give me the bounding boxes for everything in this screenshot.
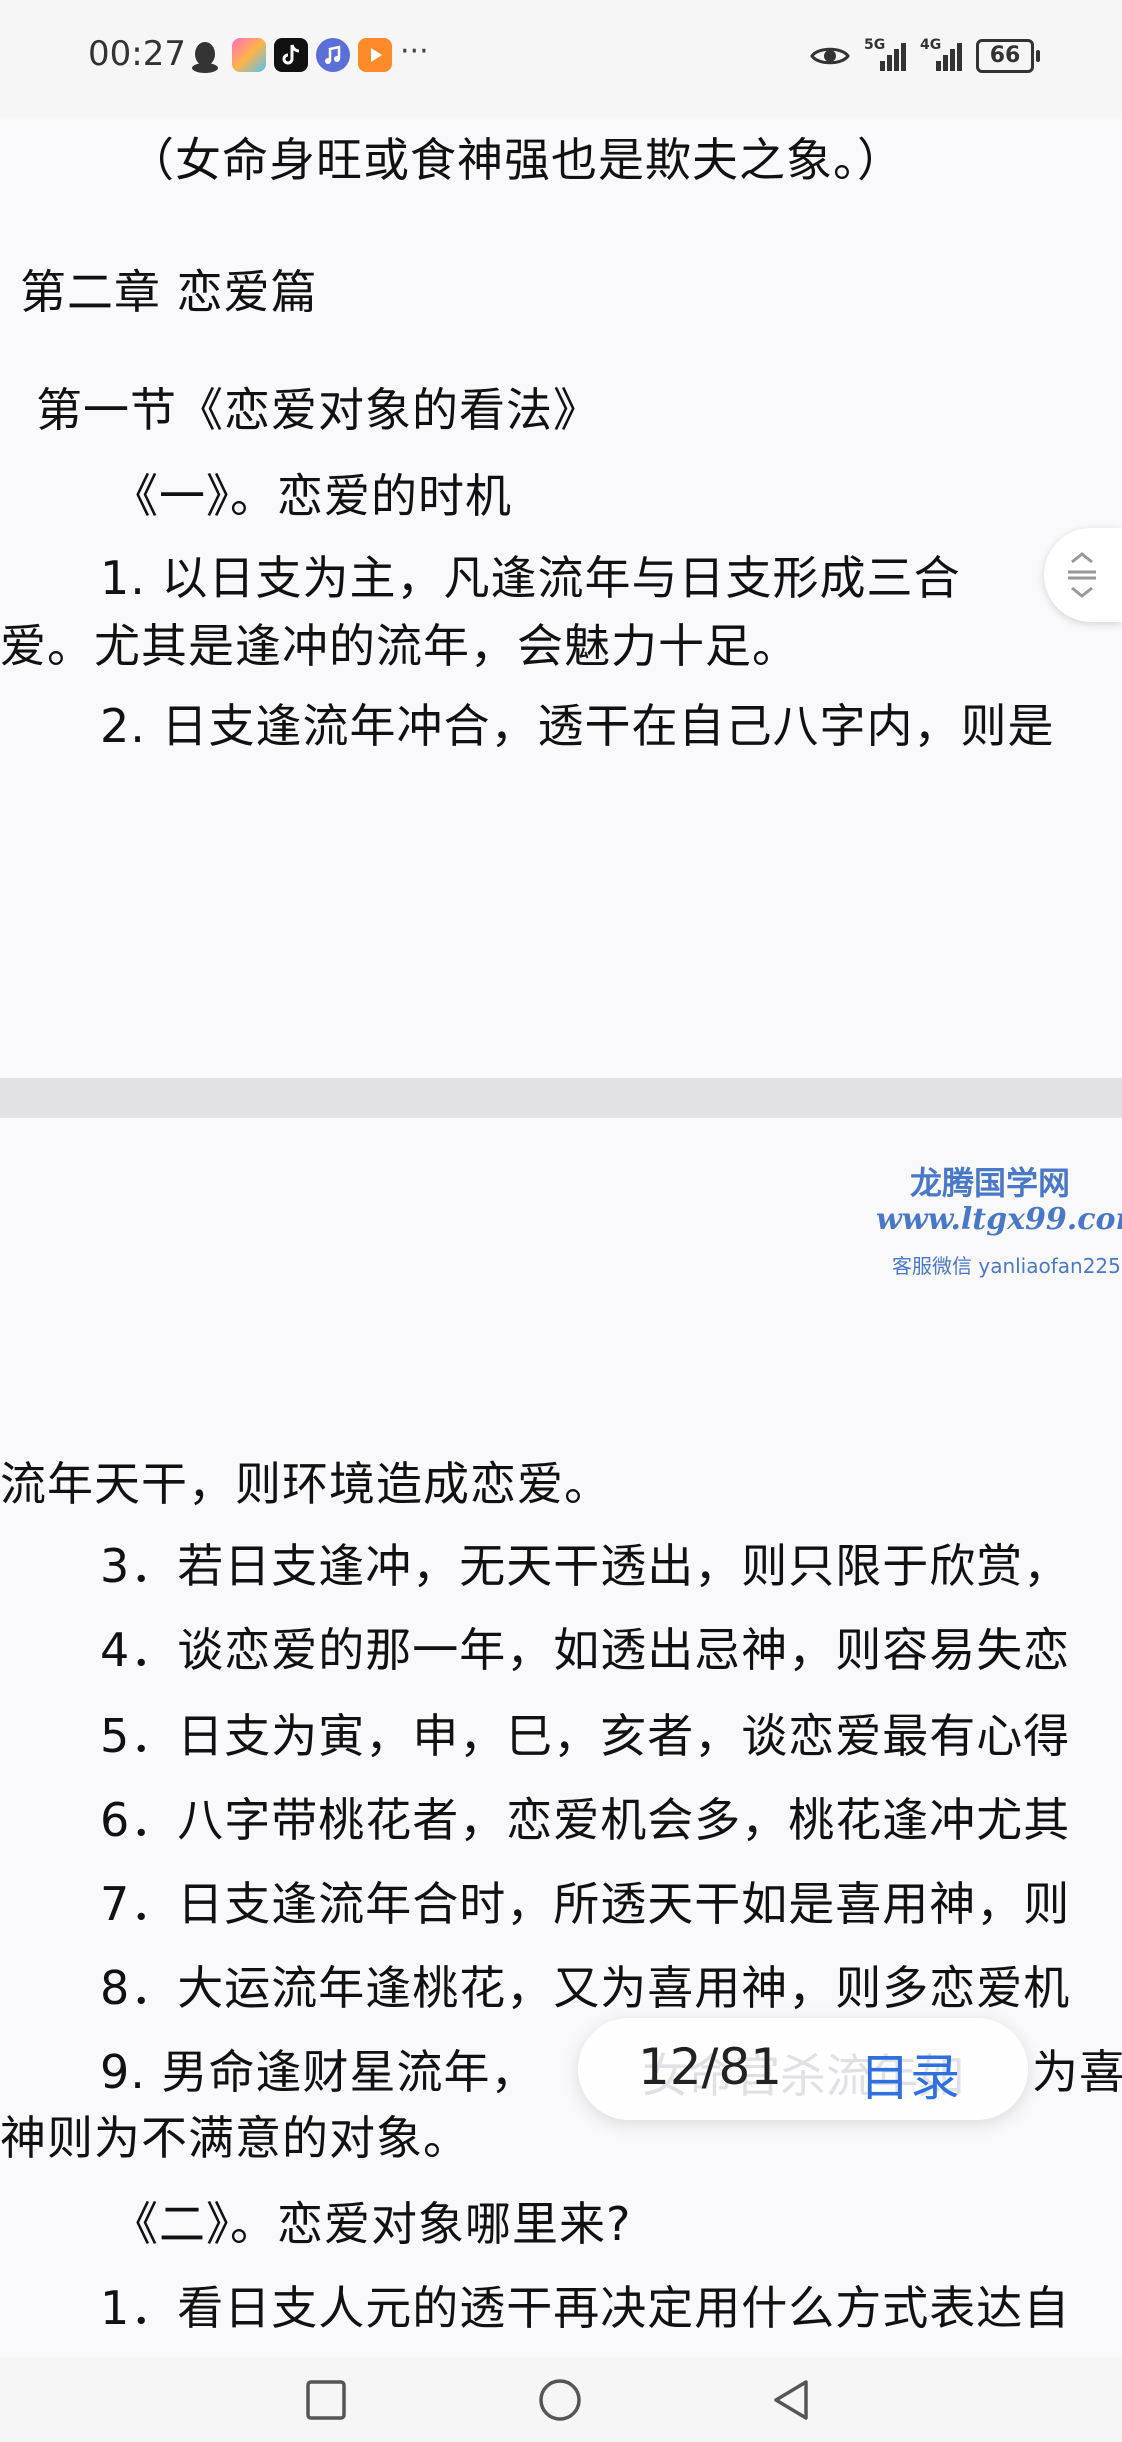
text-line: （女命身旺或食神强也是欺夫之象。） — [128, 133, 904, 187]
signal-4g-icon: 4G — [920, 37, 962, 73]
text-line: 5．日支为寅，申，巳，亥者，谈恋爱最有心得 — [100, 1709, 1071, 1763]
navigation-bar — [0, 2358, 1122, 2442]
text-line: 1. 以日支为主，凡逢流年与日支形成三合 — [100, 551, 961, 605]
scroll-arrows-icon — [1068, 552, 1096, 598]
text-line: 爱。尤其是逢冲的流年，会魅力十足。 — [0, 619, 799, 673]
chapter-heading: 第二章 恋爱篇 — [20, 265, 318, 319]
signal-5g-icon: 5G — [864, 37, 906, 73]
watermark-url: www.ltgx99.com — [876, 1202, 1122, 1237]
text-line: 7．日支逢流年合时，所透天干如是喜用神，则 — [100, 1877, 1071, 1931]
back-icon[interactable] — [768, 2376, 816, 2424]
tiktok-icon — [274, 38, 308, 72]
more-notifications: ··· — [400, 34, 429, 69]
watermark-contact: 客服微信 yanliaofan225 — [892, 1254, 1121, 1278]
toc-button[interactable]: 目录 — [860, 2038, 960, 2110]
home-icon[interactable] — [536, 2376, 584, 2424]
page-indicator: 女命官杀流年如 12/81 目录 — [578, 2018, 1028, 2120]
section-heading: 第一节《恋爱对象的看法》 — [36, 383, 600, 437]
app-icon — [232, 38, 266, 72]
text-line: 6．八字带桃花者，恋爱机会多，桃花逢冲尤其 — [100, 1793, 1071, 1847]
subsection-heading: 《二》。恋爱对象哪里来? — [112, 2197, 632, 2251]
status-bar: 00:27 ··· 5G 4G 66 — [0, 0, 1122, 118]
video-icon — [358, 38, 392, 72]
text-line: 8．大运流年逢桃花，又为喜用神，则多恋爱机 — [100, 1961, 1071, 2015]
status-time: 00:27 — [88, 34, 186, 74]
qq-icon — [192, 42, 218, 73]
status-right: 5G 4G 66 — [810, 36, 1040, 76]
subsection-heading: 《一》。恋爱的时机 — [112, 469, 512, 523]
page-counter: 12/81 — [638, 2038, 783, 2096]
text-line: 为喜 — [1032, 2045, 1122, 2099]
battery-indicator: 66 — [976, 39, 1040, 73]
page-separator — [0, 1078, 1122, 1118]
text-line: 2. 日支逢流年冲合，透干在自己八字内，则是 — [100, 699, 1055, 753]
text-line: 1．看日支人元的透干再决定用什么方式表达自 — [100, 2281, 1071, 2335]
text-line: 4．谈恋爱的那一年，如透出忌神，则容易失恋 — [100, 1623, 1071, 1677]
music-icon — [316, 38, 350, 72]
text-line: 流年天干，则环境造成恋爱。 — [0, 1457, 611, 1511]
watermark-title: 龙腾国学网 — [910, 1164, 1071, 1202]
eye-icon — [810, 47, 850, 65]
text-line: 神则为不满意的对象。 — [0, 2111, 470, 2165]
text-line: 3．若日支逢冲，无天干透出，则只限于欣赏， — [100, 1539, 1071, 1593]
recent-apps-icon[interactable] — [302, 2376, 350, 2424]
text-line: 9. 男命逢财星流年， — [100, 2045, 538, 2099]
